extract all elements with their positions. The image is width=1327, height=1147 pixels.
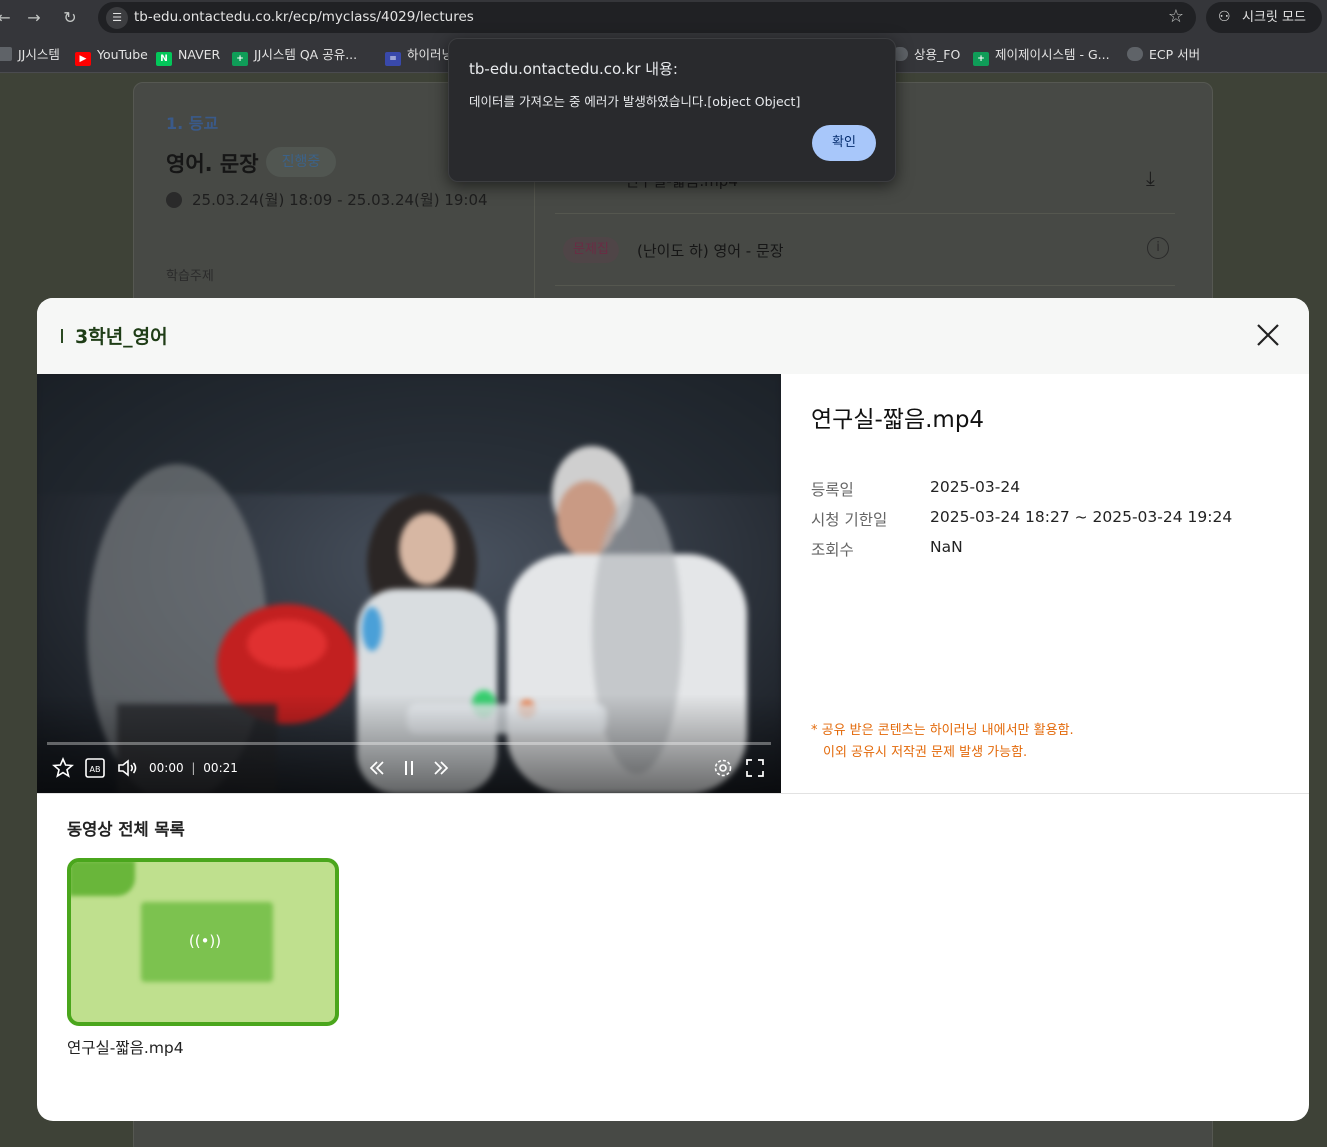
address-bar[interactable]: ☰ tb-edu.ontactedu.co.kr/ecp/myclass/402…: [98, 2, 1196, 33]
settings-icon[interactable]: [711, 756, 735, 780]
alert-title: tb-edu.ontactedu.co.kr 내용:: [469, 60, 678, 78]
topic-label: 학습주제: [166, 269, 214, 284]
bookmark-item[interactable]: N NAVER: [156, 46, 220, 66]
status-badge: 진행중: [266, 147, 336, 177]
bookmark-star-icon[interactable]: ☆: [1168, 6, 1184, 27]
svg-text:AB: AB: [90, 765, 101, 774]
video-list-title: 동영상 전체 목록: [67, 820, 185, 839]
bookmark-item[interactable]: JJ시스템: [0, 46, 60, 64]
alert-message: 데이터를 가져오는 중 에러가 발생하였습니다.[object Object]: [469, 94, 801, 109]
incognito-indicator[interactable]: ⚇ 시크릿 모드: [1206, 2, 1322, 33]
bookmark-item[interactable]: + JJ시스템 QA 공유...: [232, 46, 357, 66]
site-info-icon[interactable]: ☰: [106, 7, 128, 29]
date-range: 25.03.24(월) 18:09 - 25.03.24(월) 19:04: [166, 189, 488, 210]
seek-bar[interactable]: [47, 742, 771, 745]
alert-dialog: tb-edu.ontactedu.co.kr 내용: 데이터를 가져오는 중 에…: [448, 38, 896, 182]
course-title: 영어. 문장: [166, 152, 259, 176]
video-list-item-label[interactable]: 연구실-짧음.mp4: [67, 1036, 184, 1058]
video-info-panel: 연구실-짧음.mp4 등록일 2025-03-24 시청 기한일 2025-03…: [781, 374, 1309, 794]
incognito-label: 시크릿 모드: [1242, 10, 1306, 25]
download-icon[interactable]: ⤓: [1146, 166, 1155, 190]
url-text[interactable]: tb-edu.ontactedu.co.kr/ecp/myclass/4029/…: [134, 9, 474, 25]
browser-toolbar: ← → ↻ ☰ tb-edu.ontactedu.co.kr/ecp/mycla…: [0, 0, 1327, 36]
clock-icon: [166, 192, 182, 208]
video-thumbnail[interactable]: ((•)): [67, 858, 339, 1026]
section-label: 1. 등교: [166, 114, 219, 133]
star-icon[interactable]: [51, 756, 75, 780]
forward-icon[interactable]: [429, 756, 453, 780]
fullscreen-icon[interactable]: [743, 756, 767, 780]
youtube-icon: ▶: [75, 52, 91, 66]
forward-icon[interactable]: →: [24, 8, 44, 28]
video-player[interactable]: AB 00:00 | 00:21: [37, 374, 781, 794]
meta-label: 조회수: [811, 541, 854, 559]
time-separator: |: [191, 761, 196, 775]
copyright-notice: * 공유 받은 콘텐츠는 하이러닝 내에서만 활용함. 이외 공유시 저작권 문…: [811, 720, 1074, 764]
meta-label: 등록일: [811, 481, 854, 499]
time-display: 00:00 | 00:21: [149, 756, 238, 780]
rewind-icon[interactable]: [365, 756, 389, 780]
info-icon[interactable]: i: [1147, 237, 1169, 259]
meta-value: 2025-03-24 18:27 ~ 2025-03-24 19:24: [930, 508, 1233, 526]
broadcast-icon: ((•)): [188, 932, 222, 950]
alert-ok-button[interactable]: 확인: [812, 125, 876, 161]
meta-value: NaN: [930, 538, 963, 556]
meta-value: 2025-03-24: [930, 478, 1021, 496]
video-modal: 3학년_영어 AB 00:00 | 00:21 연구실-짧음.mp4 등록일 2…: [37, 298, 1309, 1121]
duration: 00:21: [203, 761, 238, 775]
folder-icon: [0, 47, 12, 61]
sheets-icon: +: [232, 52, 248, 66]
current-time: 00:00: [149, 761, 184, 775]
subtitle-icon[interactable]: AB: [83, 756, 107, 780]
bookmark-item[interactable]: ECP 서버: [1127, 46, 1200, 64]
globe-icon: [1127, 47, 1143, 61]
modal-title: 3학년_영어: [61, 322, 168, 349]
bookmark-item[interactable]: ▶ YouTube: [75, 46, 148, 66]
modal-header: 3학년_영어: [37, 298, 1309, 374]
pause-icon[interactable]: [397, 756, 421, 780]
reload-icon[interactable]: ↻: [60, 8, 80, 28]
incognito-icon: ⚇: [1218, 9, 1231, 25]
thumbnail-badge: [71, 862, 135, 896]
bookmark-item[interactable]: + 제이제이시스템 - G...: [973, 46, 1110, 66]
meta-label: 시청 기한일: [811, 511, 888, 529]
content-set-title: (난이도 하) 영어 - 문장: [637, 242, 784, 260]
title-bar-accent: [61, 329, 63, 343]
notice-line: 이외 공유시 저작권 문제 발생 가능함.: [823, 745, 1028, 760]
type-tag: 문제집: [563, 237, 619, 263]
section-divider: [37, 793, 1309, 794]
sheets-icon: +: [973, 52, 989, 66]
naver-icon: N: [156, 52, 172, 66]
video-file-title: 연구실-짧음.mp4: [811, 407, 985, 433]
bookmark-item[interactable]: 상용_FO: [892, 46, 960, 64]
bookmark-item[interactable]: = 하이러닝: [385, 46, 453, 66]
back-icon[interactable]: ←: [0, 8, 14, 28]
hilearning-icon: =: [385, 52, 401, 66]
notice-line: * 공유 받은 콘텐츠는 하이러닝 내에서만 활용함.: [811, 723, 1074, 738]
volume-icon[interactable]: [115, 756, 139, 780]
close-icon[interactable]: [1255, 322, 1281, 348]
